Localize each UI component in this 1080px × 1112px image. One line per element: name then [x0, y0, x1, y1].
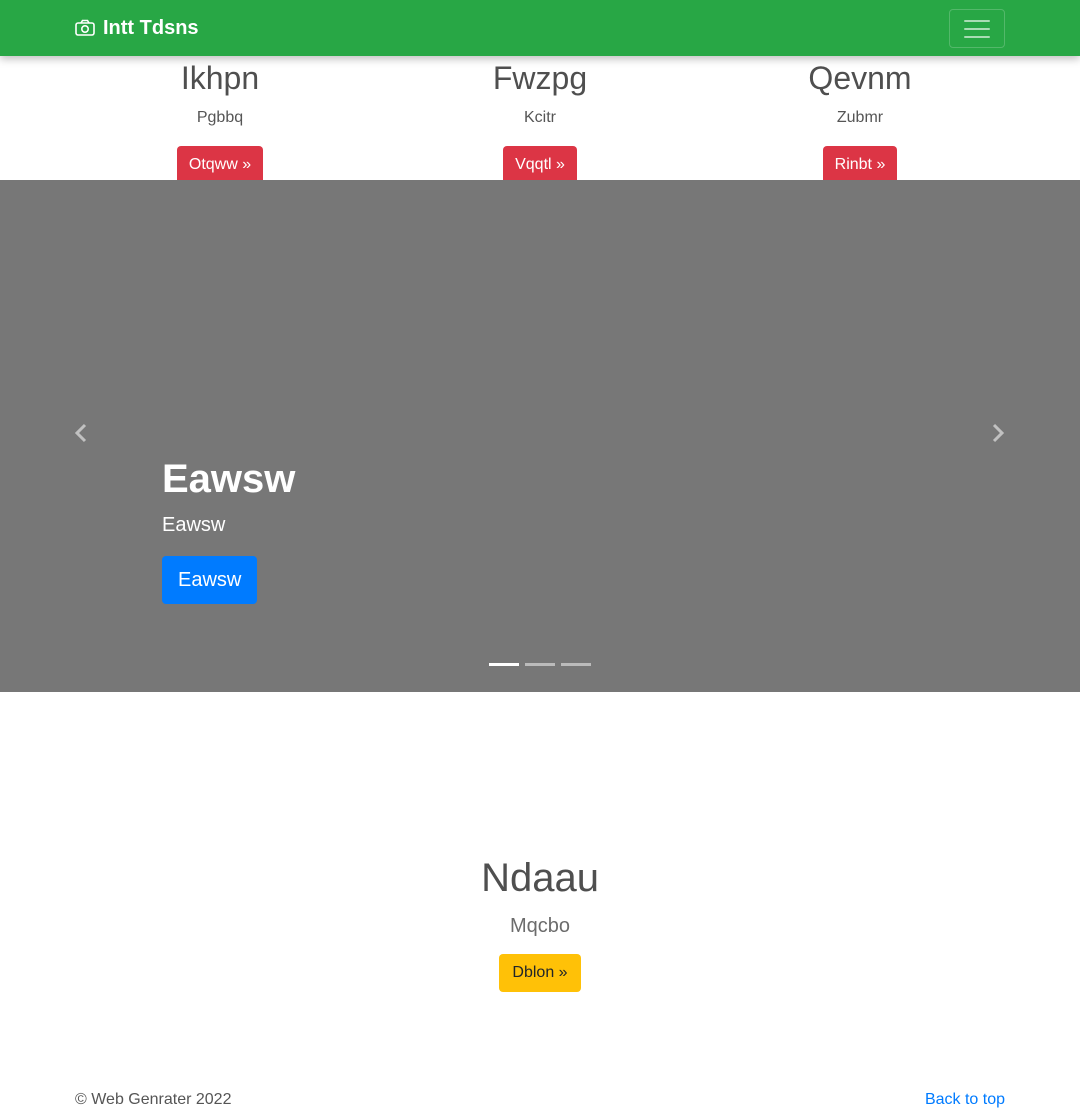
carousel-prev-button[interactable] [66, 420, 96, 450]
camera-icon [75, 19, 95, 37]
carousel: Eawsw Eawsw Eawsw [0, 180, 1080, 692]
hamburger-icon-bar [964, 35, 990, 38]
chevron-left-icon [74, 423, 88, 448]
navbar-toggler-button[interactable] [949, 9, 1005, 48]
carousel-next-button[interactable] [983, 420, 1013, 450]
feature-title: Fwzpg [492, 60, 588, 96]
feature-text: Kcitr [524, 109, 556, 126]
hero-section: Ndaau Mqcbo Dblon » [0, 692, 1080, 1072]
hamburger-icon-bar [964, 27, 990, 30]
carousel-heading: Eawsw [162, 457, 296, 501]
feature-button[interactable]: Rinbt » [822, 146, 898, 184]
feature-title: Ikhpn [180, 60, 260, 96]
footer: © Web Genrater 2022 Back to top [0, 1088, 1080, 1112]
feature-button[interactable]: Vqqtl » [503, 146, 577, 184]
hero-subtitle: Mqcbo [509, 915, 571, 937]
feature-column: Ikhpn Pgbbq Otqww » [60, 56, 380, 184]
feature-text: Pgbbq [196, 109, 244, 126]
brand-label: Intt Tdsns [103, 16, 199, 39]
feature-text: Zubmr [836, 109, 884, 126]
carousel-caption: Eawsw Eawsw Eawsw [162, 455, 295, 604]
copyright-text: © Web Genrater 2022 [75, 1091, 232, 1108]
chevron-right-icon [991, 423, 1005, 448]
navbar: Intt Tdsns [0, 0, 1080, 56]
brand-link[interactable]: Intt Tdsns [75, 0, 199, 56]
carousel-subtext: Eawsw [162, 514, 226, 536]
feature-title: Qevnm [808, 60, 912, 96]
hamburger-icon [964, 19, 990, 22]
feature-columns: Ikhpn Pgbbq Otqww » Fwzpg Kcitr Vqqtl » … [60, 56, 1020, 184]
carousel-button[interactable]: Eawsw [162, 556, 258, 604]
feature-column: Fwzpg Kcitr Vqqtl » [380, 56, 700, 184]
carousel-indicator-3[interactable] [561, 663, 591, 666]
carousel-indicator-2[interactable] [525, 663, 555, 666]
back-to-top-link[interactable]: Back to top [925, 1091, 1005, 1109]
hero-button[interactable]: Dblon » [499, 954, 581, 992]
feature-column: Qevnm Zubmr Rinbt » [700, 56, 1020, 184]
carousel-indicators [489, 663, 591, 666]
hero-title: Ndaau [481, 856, 599, 900]
carousel-indicator-1[interactable] [489, 663, 519, 666]
feature-button[interactable]: Otqww » [176, 146, 264, 184]
